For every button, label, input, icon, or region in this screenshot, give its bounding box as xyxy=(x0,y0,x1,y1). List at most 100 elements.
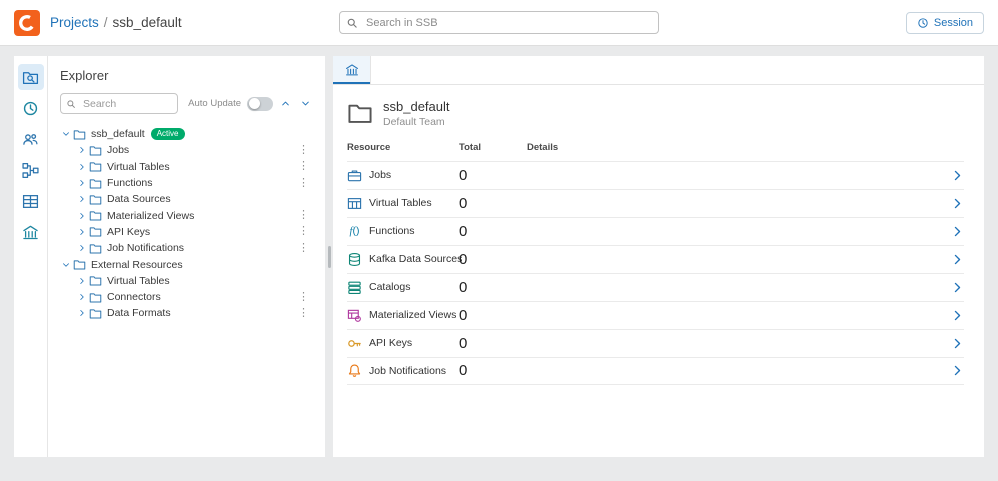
kebab-menu-icon[interactable]: ⋮ xyxy=(296,243,311,254)
rail-item-explorer[interactable] xyxy=(18,64,44,90)
caret-down-icon[interactable] xyxy=(60,130,72,138)
explorer-search xyxy=(60,93,178,114)
resource-total: 0 xyxy=(459,195,527,212)
rail-item-lineage[interactable] xyxy=(18,157,44,183)
chevron-right-icon[interactable] xyxy=(951,197,964,210)
folder-icon xyxy=(89,193,102,206)
breadcrumb-projects-link[interactable]: Projects xyxy=(50,15,99,30)
column-header-resource: Resource xyxy=(347,142,459,153)
caret-right-icon[interactable] xyxy=(76,244,88,252)
resource-row-materialized-views[interactable]: Materialized Views 0 xyxy=(347,301,964,329)
chevron-right-icon[interactable] xyxy=(951,253,964,266)
caret-right-icon[interactable] xyxy=(76,163,88,171)
folder-icon xyxy=(73,128,86,141)
resource-row-catalogs[interactable]: Catalogs 0 xyxy=(347,273,964,301)
expand-all-button[interactable] xyxy=(297,96,313,112)
resource-total: 0 xyxy=(459,279,527,296)
explorer-icon xyxy=(22,69,39,86)
folder-icon xyxy=(89,242,102,255)
tab-project-home[interactable] xyxy=(333,56,371,84)
tree-item-api-keys[interactable]: API Keys ⋮ xyxy=(60,224,313,240)
tree-item-materialized-views[interactable]: Materialized Views ⋮ xyxy=(60,207,313,223)
chevron-right-icon[interactable] xyxy=(951,225,964,238)
panel-resizer[interactable] xyxy=(325,56,333,457)
resource-row-jobs[interactable]: Jobs 0 xyxy=(347,161,964,189)
rail-item-tables[interactable] xyxy=(18,188,44,214)
caret-right-icon[interactable] xyxy=(76,179,88,187)
session-button-label: Session xyxy=(934,17,973,29)
tree-item-data-sources[interactable]: Data Sources xyxy=(60,191,313,207)
project-header: ssb_default Default Team xyxy=(347,99,964,128)
resource-row-functions[interactable]: f() Functions 0 xyxy=(347,217,964,245)
tree-item-label: Virtual Tables xyxy=(107,161,170,173)
tree-item-external-resources[interactable]: External Resources xyxy=(60,256,313,272)
explorer-title: Explorer xyxy=(60,68,313,83)
caret-right-icon[interactable] xyxy=(76,146,88,154)
tree-item-connectors[interactable]: Connectors ⋮ xyxy=(60,289,313,305)
resource-total: 0 xyxy=(459,223,527,240)
app-logo-icon[interactable] xyxy=(14,10,40,36)
auto-update-toggle[interactable] xyxy=(247,97,273,111)
resource-name: Materialized Views xyxy=(347,308,459,323)
tree-item-label: Connectors xyxy=(107,291,161,303)
resource-name: f() Functions xyxy=(347,225,459,237)
tree-item-data-formats[interactable]: Data Formats ⋮ xyxy=(60,305,313,321)
caret-down-icon[interactable] xyxy=(60,261,72,269)
resource-row-job-notifications[interactable]: Job Notifications 0 xyxy=(347,357,964,385)
caret-right-icon[interactable] xyxy=(76,309,88,317)
kebab-menu-icon[interactable]: ⋮ xyxy=(296,226,311,237)
project-title: ssb_default xyxy=(383,99,450,116)
caret-right-icon[interactable] xyxy=(76,228,88,236)
resource-row-kafka-data-sources[interactable]: Kafka Data Sources 0 xyxy=(347,245,964,273)
active-badge: Active xyxy=(151,128,185,140)
resource-total: 0 xyxy=(459,251,527,268)
kebab-menu-icon[interactable]: ⋮ xyxy=(296,210,311,221)
explorer-panel: Explorer Auto Update ssb_default Active … xyxy=(48,56,325,457)
tree-item-functions[interactable]: Functions ⋮ xyxy=(60,175,313,191)
rail-item-users[interactable] xyxy=(18,126,44,152)
kebab-menu-icon[interactable]: ⋮ xyxy=(296,308,311,319)
tree-item-ssb-default[interactable]: ssb_default Active xyxy=(60,126,313,142)
chevron-right-icon[interactable] xyxy=(951,281,964,294)
tree-item-external-virtual-tables[interactable]: Virtual Tables xyxy=(60,273,313,289)
caret-right-icon[interactable] xyxy=(76,277,88,285)
caret-right-icon[interactable] xyxy=(76,195,88,203)
jobs-icon xyxy=(347,168,362,183)
rail-item-history[interactable] xyxy=(18,95,44,121)
explorer-tree: ssb_default Active Jobs ⋮ Virtual Tables… xyxy=(60,126,313,445)
users-icon xyxy=(22,131,39,148)
tree-item-label: ssb_default xyxy=(91,128,145,140)
resource-name: Virtual Tables xyxy=(347,196,459,211)
global-search-input[interactable] xyxy=(339,11,659,34)
kebab-menu-icon[interactable]: ⋮ xyxy=(296,292,311,303)
chevron-right-icon[interactable] xyxy=(951,309,964,322)
search-icon xyxy=(346,17,358,29)
kebab-menu-icon[interactable]: ⋮ xyxy=(296,161,311,172)
explorer-search-input[interactable] xyxy=(60,93,178,114)
resource-row-api-keys[interactable]: API Keys 0 xyxy=(347,329,964,357)
tree-item-label: Functions xyxy=(107,177,153,189)
kebab-menu-icon[interactable]: ⋮ xyxy=(296,178,311,189)
resource-name: API Keys xyxy=(347,336,459,351)
session-button[interactable]: Session xyxy=(906,12,984,34)
rail-item-home[interactable] xyxy=(18,219,44,245)
caret-right-icon[interactable] xyxy=(76,212,88,220)
tree-item-jobs[interactable]: Jobs ⋮ xyxy=(60,142,313,158)
kebab-menu-icon[interactable]: ⋮ xyxy=(296,145,311,156)
caret-right-icon[interactable] xyxy=(76,293,88,301)
tree-item-label: Virtual Tables xyxy=(107,275,170,287)
resource-total: 0 xyxy=(459,335,527,352)
chevron-right-icon[interactable] xyxy=(951,364,964,377)
column-header-details: Details xyxy=(527,142,942,153)
tab-bar xyxy=(333,56,984,85)
table-header-row: Resource Total Details xyxy=(347,140,964,161)
tree-item-job-notifications[interactable]: Job Notifications ⋮ xyxy=(60,240,313,256)
chevron-right-icon[interactable] xyxy=(951,337,964,350)
resource-label: Job Notifications xyxy=(369,365,446,377)
collapse-all-button[interactable] xyxy=(277,96,293,112)
tree-item-label: External Resources xyxy=(91,259,183,271)
tree-item-virtual-tables[interactable]: Virtual Tables ⋮ xyxy=(60,159,313,175)
resource-row-virtual-tables[interactable]: Virtual Tables 0 xyxy=(347,189,964,217)
project-subtitle: Default Team xyxy=(383,116,450,128)
chevron-right-icon[interactable] xyxy=(951,169,964,182)
